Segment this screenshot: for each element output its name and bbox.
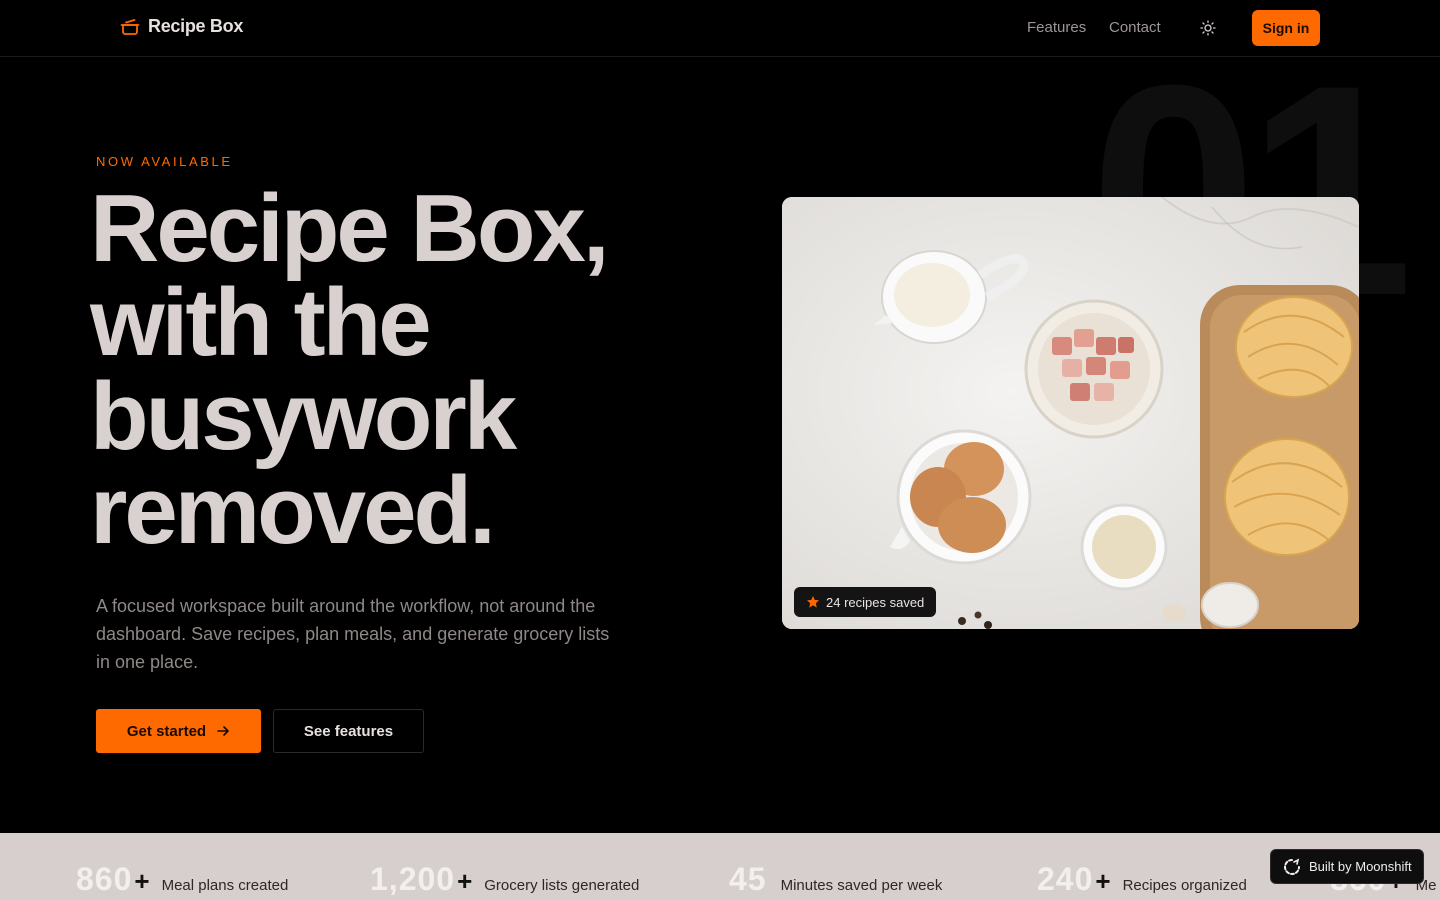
headline-line-4: removed. <box>90 457 496 564</box>
stat-item: 860 + Meal plans created <box>76 861 288 898</box>
site-header: Recipe Box Features Contact Sign in <box>0 0 1440 57</box>
theme-toggle-button[interactable] <box>1196 16 1220 40</box>
stat-item: 45 Minutes saved per week <box>729 861 942 898</box>
headline-line-3: busywork <box>90 363 517 470</box>
stats-ticker: 860 + Meal plans created 1,200 + Grocery… <box>0 833 1440 900</box>
sun-icon <box>1200 20 1216 36</box>
recipes-saved-text: 24 recipes saved <box>826 594 925 610</box>
headline-line-2: with the <box>90 269 432 376</box>
get-started-label: Get started <box>126 722 207 740</box>
see-features-button[interactable]: See features <box>273 709 424 753</box>
arrow-right-icon <box>217 726 229 736</box>
brand-logo[interactable]: Recipe Box <box>120 16 243 37</box>
stat-value: 1,200 <box>370 861 456 897</box>
landing-page: Recipe Box Features Contact Sign in 01 N… <box>0 0 1440 900</box>
get-started-button[interactable]: Get started <box>96 709 261 753</box>
hero-headline: Recipe Box, with the busywork removed. <box>90 175 730 564</box>
stat-item: 240 + Recipes organized <box>1037 861 1247 898</box>
stat-value: 240 <box>1037 861 1094 897</box>
star-icon <box>807 596 819 608</box>
recipes-saved-badge: 24 recipes saved <box>794 587 937 617</box>
stat-value: 45 <box>729 861 767 897</box>
built-by-badge[interactable]: Built by Moonshift <box>1270 849 1424 884</box>
built-by-text: Built by Moonshift <box>1309 859 1412 874</box>
stat-suffix: + <box>457 866 473 896</box>
moonshift-logo-icon <box>1284 858 1300 875</box>
stat-item: 1,200 + Grocery lists generated <box>370 861 639 898</box>
cooking-pot-icon <box>120 18 140 35</box>
stat-label: Grocery lists generated <box>484 877 640 894</box>
nav-link-contact[interactable]: Contact <box>1109 19 1161 36</box>
stat-suffix: + <box>134 866 150 896</box>
nav-link-features[interactable]: Features <box>1027 19 1086 36</box>
stat-label: Meal plans created <box>161 877 289 894</box>
headline-line-1: Recipe Box, <box>90 175 610 282</box>
stat-value: 860 <box>76 861 133 897</box>
hero-food-image: 24 recipes saved <box>782 197 1359 629</box>
sign-in-button[interactable]: Sign in <box>1252 10 1320 46</box>
stat-label: Recipes organized <box>1122 877 1247 894</box>
hero-eyebrow: NOW AVAILABLE <box>96 154 233 169</box>
stat-suffix: + <box>1095 866 1111 896</box>
ingredients-illustration <box>782 197 1359 629</box>
hero-description: A focused workspace built around the wor… <box>96 596 610 672</box>
stat-label: Minutes saved per week <box>780 877 943 894</box>
brand-name: Recipe Box <box>148 16 244 36</box>
